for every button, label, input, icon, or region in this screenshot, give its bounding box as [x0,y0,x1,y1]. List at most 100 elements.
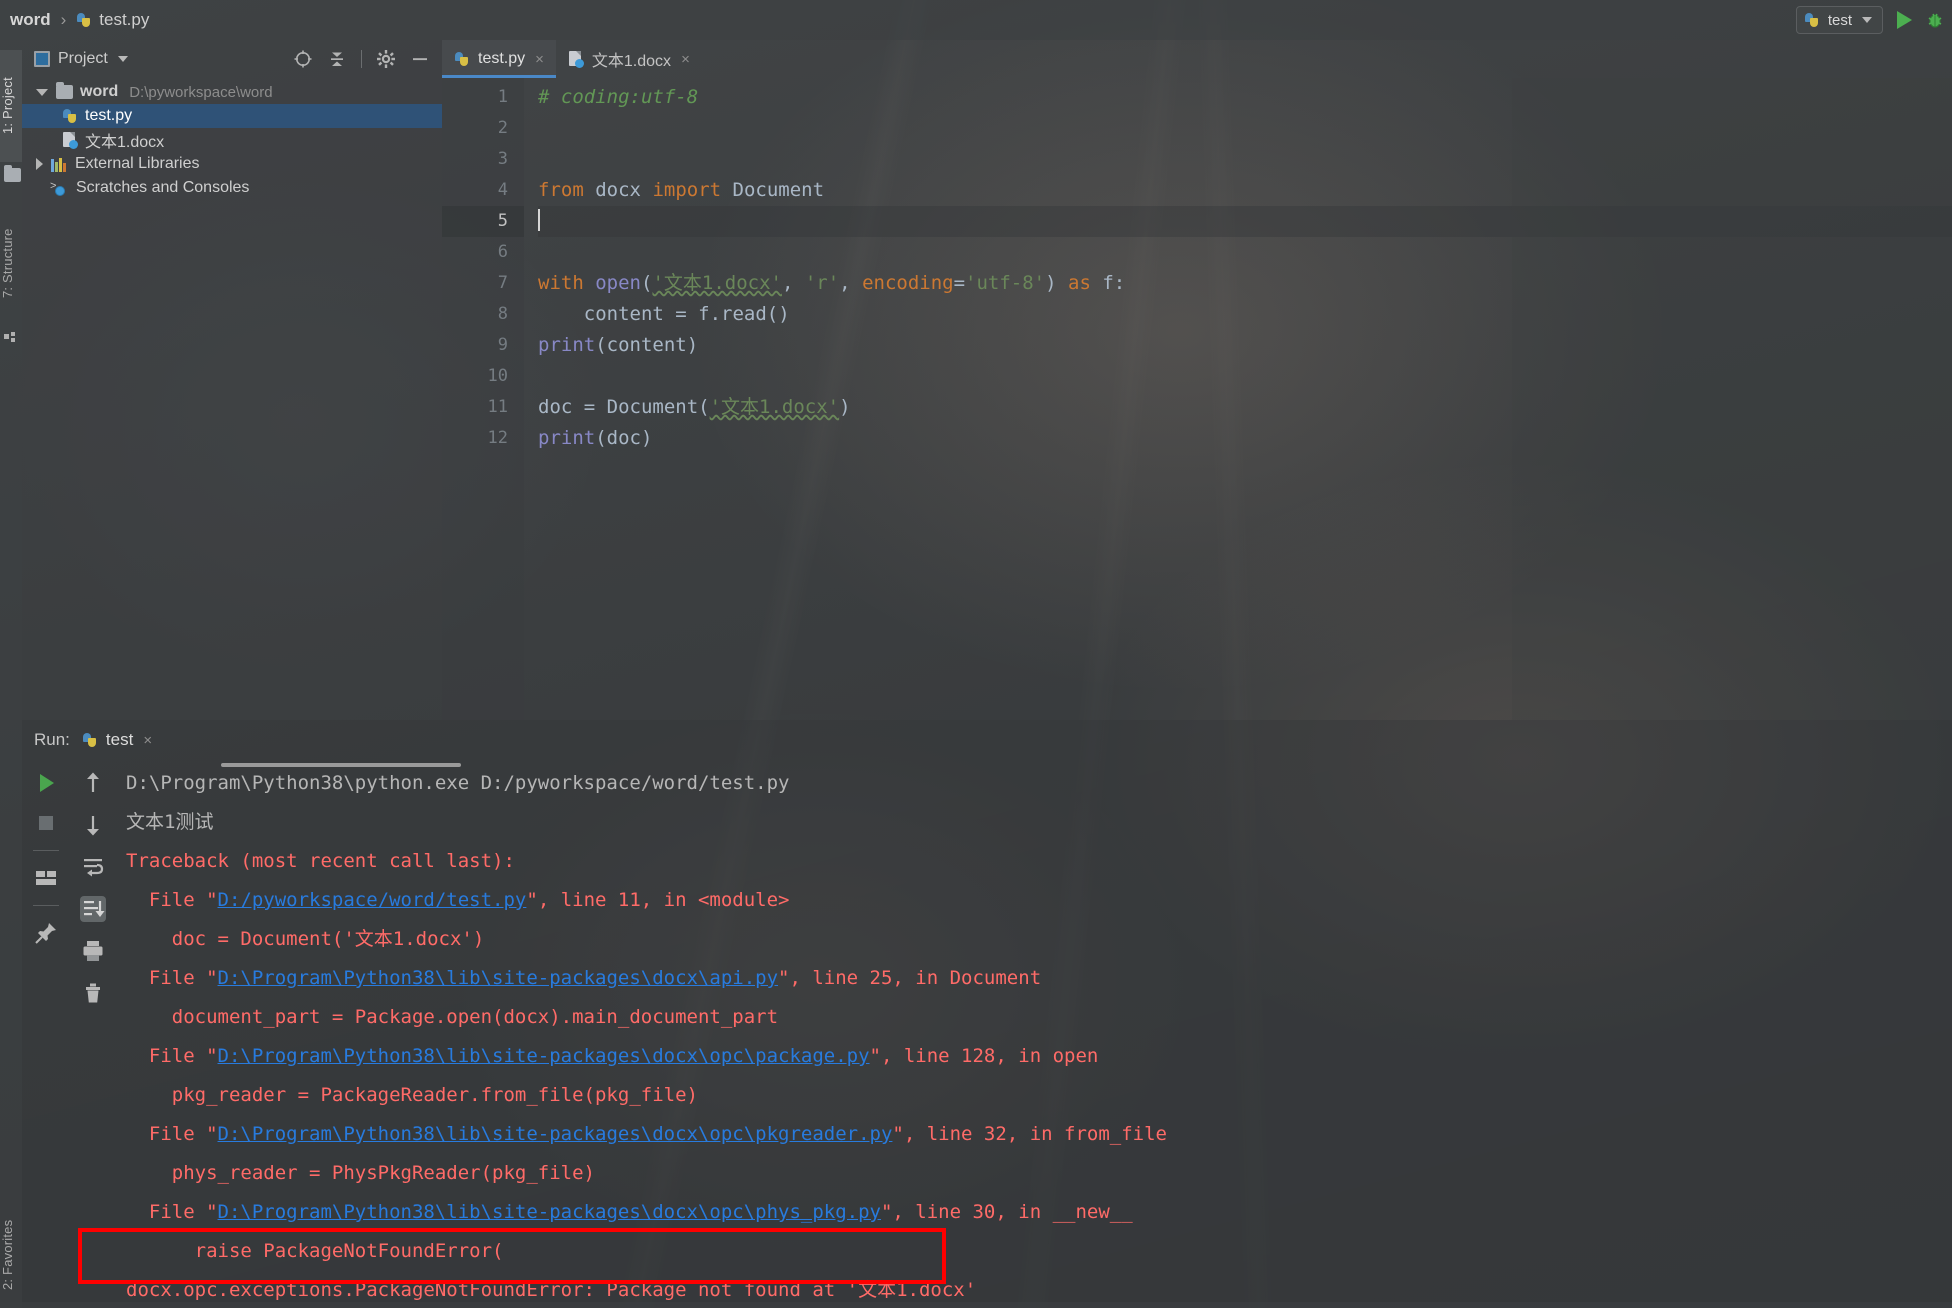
code-token: Document [606,396,699,418]
tree-node-external-libraries[interactable]: External Libraries [22,152,442,176]
breadcrumb-separator: › [60,10,67,29]
scroll-to-end-icon[interactable] [80,896,106,922]
code-line[interactable]: # coding:utf-8 [538,82,1952,113]
code-token: (content) [595,334,699,356]
sidebar-item-label: 7: Structure [0,228,15,298]
pin-tab-icon[interactable] [33,920,59,946]
console-file-link[interactable]: D:/pyworkspace/word/test.py [218,889,527,911]
line-number: 4 [497,180,508,200]
console-scrollbar[interactable] [221,763,461,767]
console-text: File " [126,967,218,989]
tree-node-word[interactable]: word D:\pyworkspace\word [22,80,442,104]
console-text: File " [126,889,218,911]
project-view-icon [34,51,50,67]
code-line[interactable] [538,237,1952,268]
console-file-link[interactable]: D:\Program\Python38\lib\site-packages\do… [218,1045,870,1067]
code-line[interactable] [538,206,1952,237]
close-icon[interactable]: × [681,51,690,68]
line-number: 11 [487,397,508,417]
code-line[interactable] [538,361,1952,392]
debug-icon[interactable] [1926,11,1944,29]
code-line[interactable]: print(content) [538,330,1952,361]
console-file-link[interactable]: D:\Program\Python38\lib\site-packages\do… [218,1201,881,1223]
tree-node-test-py[interactable]: test.py [22,104,442,128]
chevron-down-icon[interactable] [117,56,128,62]
code-content[interactable]: # coding:utf-8 from docx import Document w… [524,78,1952,720]
code-line[interactable] [538,144,1952,175]
code-line[interactable]: print(doc) [538,423,1952,454]
up-arrow-icon[interactable] [80,770,106,796]
code-line[interactable]: from docx import Document [538,175,1952,206]
close-icon[interactable]: × [535,51,544,68]
code-token: '文本1.docx' [652,272,782,294]
breadcrumb-file[interactable]: test.py [99,10,149,30]
close-icon[interactable]: × [143,732,152,749]
print-icon[interactable] [80,938,106,964]
chevron-down-icon[interactable] [36,88,48,96]
code-token: , [839,272,863,294]
code-line[interactable]: content = f.read() [538,299,1952,330]
run-configuration-selector[interactable]: test [1795,6,1883,34]
console-line: phys_reader = PhysPkgReader(pkg_file) [126,1154,1952,1193]
hide-icon[interactable] [410,49,430,69]
code-line[interactable] [538,113,1952,144]
code-token: ( [640,272,653,294]
line-number-gutter: 1 2 3 4 5 6 7 8 9 10 11 12 [442,78,524,720]
collapse-all-icon[interactable] [327,49,347,69]
code-token: , [781,272,805,294]
console-text: File " [126,1045,218,1067]
clear-all-icon[interactable] [80,980,106,1006]
console-text: ", line 32, in from_file [892,1123,1167,1145]
project-tree: word D:\pyworkspace\word test.py 文本1.doc… [22,78,442,200]
line-number: 12 [487,428,508,448]
tab-docx[interactable]: 文本1.docx × [556,40,702,78]
python-icon [76,12,92,29]
run-toolbar-primary [22,760,70,1308]
editor-tab-label: test.py [478,50,526,67]
sidebar-item-label: 2: Favorites [0,1219,15,1291]
library-icon [51,157,68,172]
console-line: File "D:\Program\Python38\lib\site-packa… [126,1193,1952,1232]
line-number: 3 [497,149,508,169]
soft-wrap-icon[interactable] [80,854,106,880]
run-icon[interactable] [1897,11,1912,29]
sidebar-item-structure[interactable]: 7: Structure [0,200,22,326]
run-tab-label: test [105,730,134,749]
console-file-link[interactable]: D:\Program\Python38\lib\site-packages\do… [218,967,779,989]
restore-layout-icon[interactable] [33,865,59,891]
line-number: 8 [497,304,508,324]
top-bar: word › test.py test [0,0,1952,40]
console-output[interactable]: D:\Program\Python38\python.exe D:/pywork… [116,760,1952,1308]
toolbar-divider [33,905,59,906]
docx-icon [568,50,584,68]
code-line[interactable]: with open('文本1.docx', 'r', encoding='utf… [538,268,1952,299]
gear-icon[interactable] [376,49,396,69]
code-token: # coding:utf-8 [538,86,699,108]
rerun-icon[interactable] [33,770,59,796]
chevron-right-icon[interactable] [36,158,43,170]
down-arrow-icon[interactable] [80,812,106,838]
status-bar [0,1302,1952,1308]
sidebar-item-favorites[interactable]: 2: Favorites [0,1195,22,1308]
run-tab-test[interactable]: test × [82,730,152,750]
console-text: ", line 11, in <module> [526,889,790,911]
stop-icon[interactable] [33,810,59,836]
locate-icon[interactable] [293,49,313,69]
code-editor[interactable]: 1 2 3 4 5 6 7 8 9 10 11 12 # coding:utf-8 from docx … [442,78,1952,720]
line-number: 9 [497,335,508,355]
tab-test-py[interactable]: test.py × [442,40,556,78]
run-toolbar-secondary [70,760,116,1308]
breadcrumb-project[interactable]: word [10,10,51,30]
line-number: 5 [442,206,524,237]
console-file-link[interactable]: D:\Program\Python38\lib\site-packages\do… [218,1123,893,1145]
tree-node-scratches[interactable]: >_ Scratches and Consoles [22,176,442,200]
code-token: docx [595,179,641,201]
tree-node-docx[interactable]: 文本1.docx [22,128,442,152]
code-token: open [595,272,641,294]
console-text: raise PackageNotFoundError( [126,1240,504,1262]
line-number: 7 [497,273,508,293]
code-line[interactable]: doc = Document('文本1.docx') [538,392,1952,423]
sidebar-item-project[interactable]: 1: Project [0,50,22,162]
